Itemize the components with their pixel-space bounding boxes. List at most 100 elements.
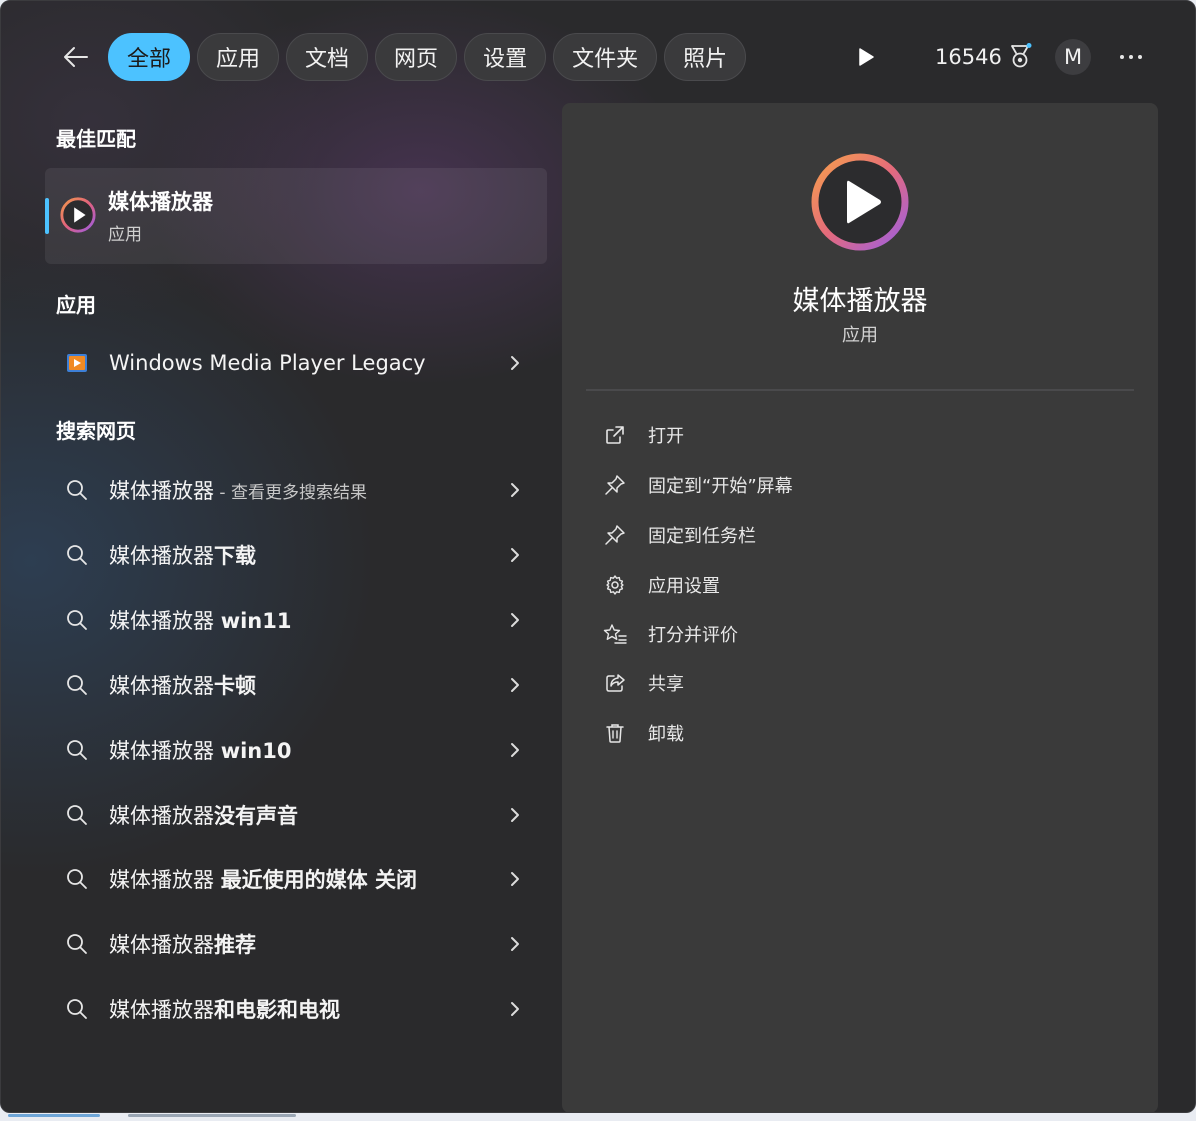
suggestion-completion: 和电影和电视 [214,998,340,1022]
action-label: 固定到任务栏 [648,526,756,547]
best-match-name: 媒体播放器 [108,190,213,214]
suggestion-completion: win11 [220,609,292,633]
search-icon [67,740,87,760]
chevron-right-icon [511,678,519,692]
chevron-right-icon [511,808,519,822]
suggestion-text: 媒体播放器 win11 [109,605,509,635]
chevron-right-icon [511,483,519,497]
ellipsis-icon [1120,55,1142,59]
action-label: 应用设置 [648,576,720,597]
action-open[interactable]: 打开 [598,415,684,455]
taskbar-indicator [128,1114,296,1117]
arrow-left-icon [64,47,88,67]
action-label: 卸载 [648,724,684,745]
more-options-button[interactable] [1113,41,1149,73]
web-search-suggestion[interactable]: 媒体播放器卡顿 [45,657,547,713]
search-icon [67,805,87,825]
more-filters-button[interactable] [851,41,881,73]
suggestion-text: 媒体播放器 最近使用的媒体 关闭 [109,864,509,894]
web-search-suggestion[interactable]: 媒体播放器 win10 [45,722,547,778]
search-window: 全部 应用 文档 网页 设置 文件夹 照片 16546 M 最佳匹配 媒体播放器… [0,0,1196,1113]
back-button[interactable] [53,35,97,79]
web-search-heading: 搜索网页 [56,419,136,443]
search-icon [67,675,87,695]
suggestion-query: 媒体播放器 [109,609,221,633]
chevron-right-icon [511,872,519,886]
action-label: 打开 [648,426,684,447]
action-app-settings[interactable]: 应用设置 [598,565,720,605]
suggestion-completion: 下载 [214,544,256,568]
search-icon [67,999,87,1019]
search-icon [67,610,87,630]
avatar[interactable]: M [1055,39,1091,75]
action-rate-review[interactable]: 打分并评价 [598,614,738,654]
tab-folders[interactable]: 文件夹 [553,33,658,81]
suggestion-query: 媒体播放器 [109,933,214,957]
selection-indicator [45,198,49,234]
suggestion-query: 媒体播放器 [109,544,214,568]
web-search-suggestion[interactable]: 媒体播放器 最近使用的媒体 关闭 [45,851,547,907]
action-share[interactable]: 共享 [598,663,684,703]
media-player-large-icon [811,153,909,251]
suggestion-completion: 卡顿 [214,674,256,698]
tab-web[interactable]: 网页 [375,33,458,81]
search-icon [67,480,87,500]
action-pin-to-start[interactable]: 固定到“开始”屏幕 [598,465,793,505]
suggestion-hint: - 查看更多搜索结果 [214,483,367,503]
web-search-suggestion[interactable]: 媒体播放器下载 [45,527,547,583]
suggestion-text: 媒体播放器 - 查看更多搜索结果 [109,475,509,505]
gear-icon [606,575,624,595]
rewards-points[interactable]: 16546 [935,41,1032,73]
search-icon [67,545,87,565]
pin-icon [605,475,625,495]
search-icon [67,869,87,889]
suggestion-query: 媒体播放器 [109,739,221,763]
suggestion-text: 媒体播放器 win10 [109,735,509,765]
action-uninstall[interactable]: 卸载 [598,713,684,753]
suggestion-text: 媒体播放器卡顿 [109,670,509,700]
taskbar-indicator [8,1114,100,1117]
web-search-suggestion[interactable]: 媒体播放器 - 查看更多搜索结果 [45,462,547,518]
app-result-label: Windows Media Player Legacy [109,351,426,375]
best-match-heading: 最佳匹配 [56,127,136,151]
web-search-suggestion[interactable]: 媒体播放器没有声音 [45,787,547,843]
suggestion-completion: 没有声音 [214,804,298,828]
chevron-right-icon [511,356,519,370]
chevron-right-icon [511,613,519,627]
open-external-icon [606,426,624,444]
detail-app-type: 应用 [842,325,878,346]
filter-tabs: 全部 应用 文档 网页 设置 文件夹 照片 [108,33,747,81]
detail-panel: 媒体播放器 应用 打开 固定到“开始”屏幕 固定到任务栏 应用设置 打分并评价 … [562,103,1158,1112]
star-list-icon [603,624,627,644]
tab-photos[interactable]: 照片 [664,33,747,81]
pin-icon [605,525,625,545]
trophy-icon [1010,43,1032,68]
detail-app-name: 媒体播放器 [792,286,928,317]
web-search-suggestion[interactable]: 媒体播放器推荐 [45,916,547,972]
share-icon [606,674,625,692]
tab-all[interactable]: 全部 [108,33,191,81]
apps-heading: 应用 [56,293,96,317]
suggestion-text: 媒体播放器没有声音 [109,800,509,830]
points-value: 16546 [935,45,1002,69]
play-icon [859,48,874,66]
suggestion-text: 媒体播放器推荐 [109,929,509,959]
suggestion-completion: 最近使用的媒体 关闭 [220,868,417,892]
action-label: 固定到“开始”屏幕 [648,476,793,497]
search-icon [67,934,87,954]
suggestion-completion: win10 [220,739,292,763]
tab-apps[interactable]: 应用 [197,33,280,81]
web-search-suggestion[interactable]: 媒体播放器和电影和电视 [45,981,547,1037]
action-pin-to-taskbar[interactable]: 固定到任务栏 [598,515,756,555]
app-result-wmp-legacy[interactable]: Windows Media Player Legacy [45,335,547,391]
divider [586,389,1134,391]
web-search-suggestion[interactable]: 媒体播放器 win11 [45,592,547,648]
trash-icon [606,724,624,743]
best-match-card[interactable]: 媒体播放器 应用 [45,168,547,264]
suggestion-query: 媒体播放器 [109,998,214,1022]
best-match-type: 应用 [108,225,142,245]
suggestion-query: 媒体播放器 [109,804,214,828]
chevron-right-icon [511,743,519,757]
tab-documents[interactable]: 文档 [286,33,369,81]
tab-settings[interactable]: 设置 [464,33,547,81]
